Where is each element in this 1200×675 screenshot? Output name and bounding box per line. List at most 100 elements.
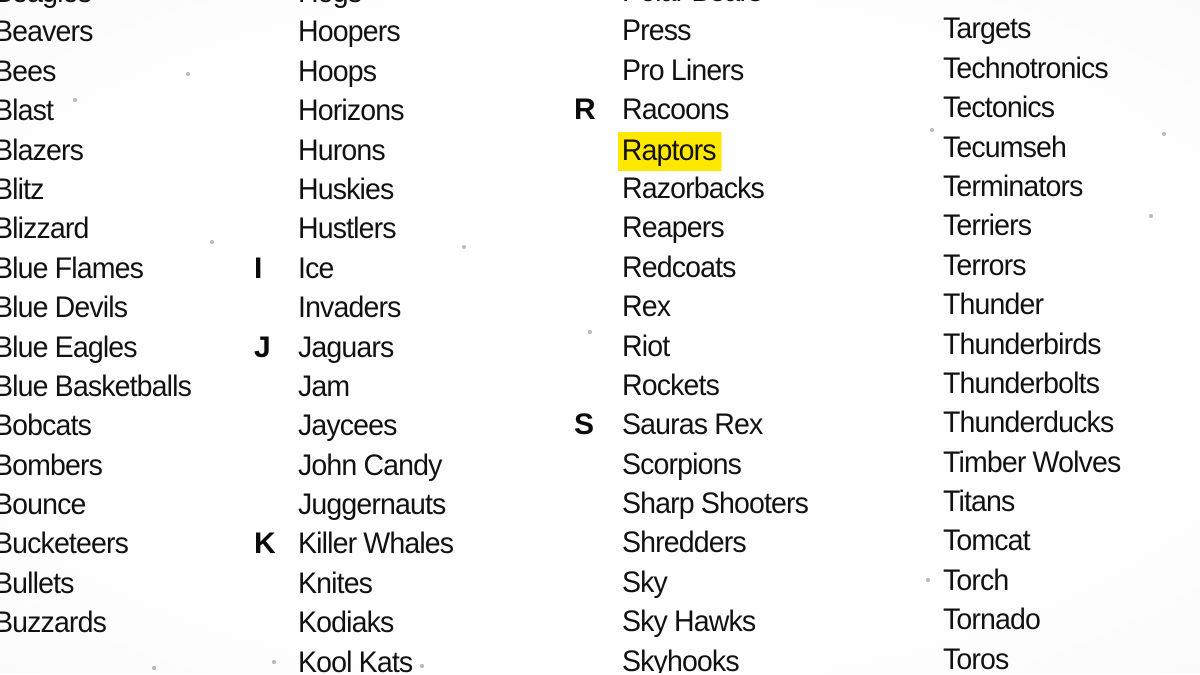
team-name: Hoops [298,54,377,88]
team-name: Bullets [0,566,74,600]
list-item: Sharp Shooters [570,484,910,523]
list-item: Blizzard [0,209,244,248]
scan-speck [926,578,930,582]
list-item: Kool Kats [252,643,552,675]
team-name: Terriers [943,209,1032,243]
list-item: Bobcats [0,406,244,445]
team-name: Bounce [0,488,86,522]
team-name: Pro Liners [622,53,744,87]
list-item: Blue Flames [0,249,244,288]
list-item: Tecumseh [935,128,1200,167]
scanned-page: Beagles Beavers Bees Blast Blazers Blitz Blizz… [0,0,1200,675]
list-item: Juggernauts [252,485,552,524]
team-name: Tecumseh [943,130,1067,164]
list-item: J Jaguars [252,328,552,367]
team-name: Tornado [943,603,1041,637]
team-name: Blue Basketballs [0,369,192,403]
team-name: Horizons [298,94,404,128]
team-name: Sharp Shooters [622,487,809,521]
team-name: Shredders [622,526,747,560]
list-item: Tectonics [935,88,1200,127]
team-name: Bucketeers [0,527,129,561]
team-name: Killer Whales [298,527,454,561]
team-name: Rex [622,290,671,324]
team-name: Razorbacks [622,171,765,205]
team-name: Toros [943,642,1009,675]
list-item: Tomcat [935,521,1200,560]
team-name: Rockets [622,368,720,402]
team-name: Bees [0,54,56,88]
team-name: Thunder [943,288,1044,322]
list-item: Redcoats [570,248,910,287]
team-name: Redcoats [622,250,736,284]
team-name: Blue Flames [0,251,144,285]
list-item: Sky Hawks [570,602,910,641]
list-item: Hoopers [252,12,552,51]
team-name: Torch [943,563,1009,597]
team-name: Blast [0,94,54,128]
list-item: Press [570,11,910,50]
list-item: Razorbacks [570,169,910,208]
list-item: Bombers [0,446,244,485]
list-item: Targets [935,9,1200,48]
highlighted-team-name: Raptors [618,131,722,171]
team-name: Hoopers [298,15,401,49]
team-name: Sky [622,565,668,599]
team-name: Jaycees [298,409,397,443]
letter-heading: R [574,93,596,127]
name-column-2: Hogs Hoopers Hoops Horizons Hurons Huskies Hus… [252,0,552,675]
team-name: Tomcat [943,524,1031,558]
list-item: Kodiaks [252,603,552,642]
team-name: Knites [298,566,373,600]
list-item: K Killer Whales [252,524,552,563]
team-name: Racoons [622,93,729,127]
team-name: Bobcats [0,409,92,443]
list-item: Thunderbirds [935,325,1200,364]
team-name: Blue Eagles [0,330,138,364]
team-name: Hogs [298,0,362,12]
list-item: Tarantulas [935,0,1200,9]
letter-heading: I [254,251,262,285]
team-name: John Candy [298,448,442,482]
team-name: Terrors [943,248,1027,282]
list-item: Pro Liners [570,51,910,90]
team-name: Thunderducks [943,406,1114,440]
list-item: Jam [252,367,552,406]
list-item: Titans [935,482,1200,521]
list-item: Shredders [570,523,910,562]
list-item: Beavers [0,12,244,51]
team-name: Tarantulas [943,0,1067,9]
list-item: Terriers [935,206,1200,245]
list-item: Terminators [935,167,1200,206]
list-item: Rex [570,287,910,326]
letter-heading: J [254,330,271,364]
team-name: Buzzards [0,606,107,640]
name-column-1: Beagles Beavers Bees Blast Blazers Blitz Blizz… [0,0,244,643]
list-item: Buzzards [0,603,244,642]
team-name: Hustlers [298,212,397,246]
list-item: Hustlers [252,209,552,248]
list-item: Polar Bears [570,0,910,11]
list-item: S Sauras Rex [570,405,910,444]
team-name: Thunderbolts [943,366,1100,400]
list-item: Bounce [0,485,244,524]
list-item: Blitz [0,170,244,209]
team-name: Timber Wolves [943,445,1121,479]
list-item: Bees [0,52,244,91]
list-item: Scorpions [570,445,910,484]
team-name: Sauras Rex [622,408,763,442]
list-item: Hurons [252,131,552,170]
list-item: John Candy [252,446,552,485]
team-name: Sky Hawks [622,605,756,639]
scan-speck [152,666,156,670]
list-item: Technotronics [935,49,1200,88]
list-item: Riot [570,327,910,366]
list-item: Blast [0,91,244,130]
list-item: Thunder [935,285,1200,324]
list-item: Bucketeers [0,524,244,563]
team-name: Beagles [0,0,92,12]
team-name: Hurons [298,133,386,167]
team-name: Kool Kats [298,645,413,675]
list-item: Hogs [252,0,552,12]
team-name: Blazers [0,133,84,167]
